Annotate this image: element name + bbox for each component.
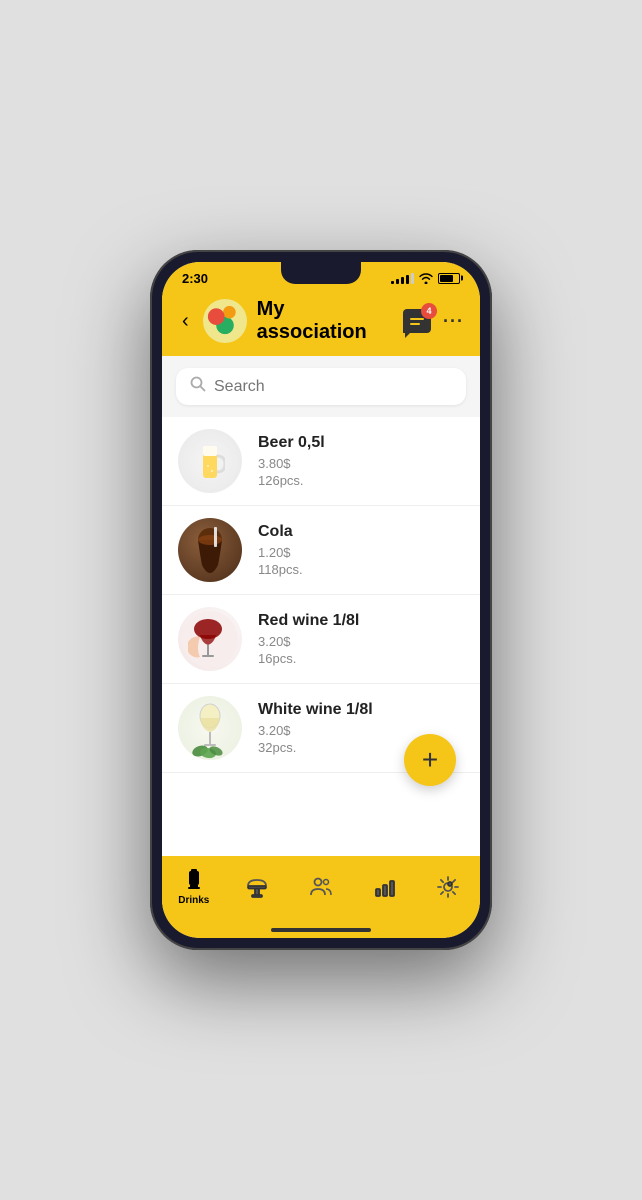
header: ‹ My association 4 ··· — [162, 290, 480, 356]
home-indicator — [162, 924, 480, 938]
page-title: My association — [257, 298, 393, 344]
product-price: 1.20$ — [258, 545, 464, 560]
product-price: 3.20$ — [258, 634, 464, 649]
status-icons — [391, 272, 460, 284]
product-name: Red wine 1/8l — [258, 612, 464, 630]
product-image-redwine — [178, 607, 242, 671]
product-stock: 126pcs. — [258, 473, 464, 488]
add-button[interactable]: + — [404, 734, 456, 786]
signal-icon — [391, 273, 414, 284]
notification-badge: 4 — [421, 303, 437, 319]
list-item[interactable]: Red wine 1/8l 3.20$ 16pcs. — [162, 595, 480, 684]
header-actions: 4 ··· — [403, 309, 464, 333]
nav-item-settings[interactable] — [416, 875, 480, 899]
search-container — [162, 356, 480, 417]
search-icon — [190, 376, 206, 397]
back-button[interactable]: ‹ — [178, 308, 193, 335]
more-button[interactable]: ··· — [443, 311, 464, 332]
product-stock: 16pcs. — [258, 651, 464, 666]
nav-item-members[interactable] — [289, 875, 353, 899]
product-price: 3.80$ — [258, 456, 464, 471]
drinks-icon — [182, 868, 206, 892]
search-box — [176, 368, 466, 405]
home-bar — [271, 928, 371, 932]
product-name: White wine 1/8l — [258, 701, 464, 719]
product-info: Cola 1.20$ 118pcs. — [258, 523, 464, 577]
nav-label-drinks: Drinks — [178, 895, 209, 906]
nav-item-drinks[interactable]: Drinks — [162, 868, 226, 906]
nav-item-food[interactable] — [226, 875, 290, 899]
avatar — [203, 299, 247, 343]
wifi-icon — [418, 272, 434, 284]
list-item[interactable]: Beer 0,5l 3.80$ 126pcs. — [162, 417, 480, 506]
stats-icon — [373, 875, 397, 899]
status-time: 2:30 — [182, 271, 208, 286]
product-stock: 118pcs. — [258, 562, 464, 577]
product-image-cola — [178, 518, 242, 582]
battery-icon — [438, 273, 460, 284]
chat-button[interactable]: 4 — [403, 309, 431, 333]
list-item[interactable]: Cola 1.20$ 118pcs. — [162, 506, 480, 595]
product-image-whitewine — [178, 696, 242, 760]
bottom-nav: Drinks — [162, 856, 480, 924]
members-icon — [309, 875, 333, 899]
settings-icon — [436, 875, 460, 899]
food-icon — [245, 875, 269, 899]
product-info: Beer 0,5l 3.80$ 126pcs. — [258, 434, 464, 488]
product-info: Red wine 1/8l 3.20$ 16pcs. — [258, 612, 464, 666]
product-name: Cola — [258, 523, 464, 541]
product-list: Beer 0,5l 3.80$ 126pcs. C — [162, 417, 480, 856]
product-image-beer — [178, 429, 242, 493]
fab-container: + — [404, 734, 456, 786]
product-name: Beer 0,5l — [258, 434, 464, 452]
nav-item-stats[interactable] — [353, 875, 417, 899]
search-input[interactable] — [214, 378, 452, 396]
